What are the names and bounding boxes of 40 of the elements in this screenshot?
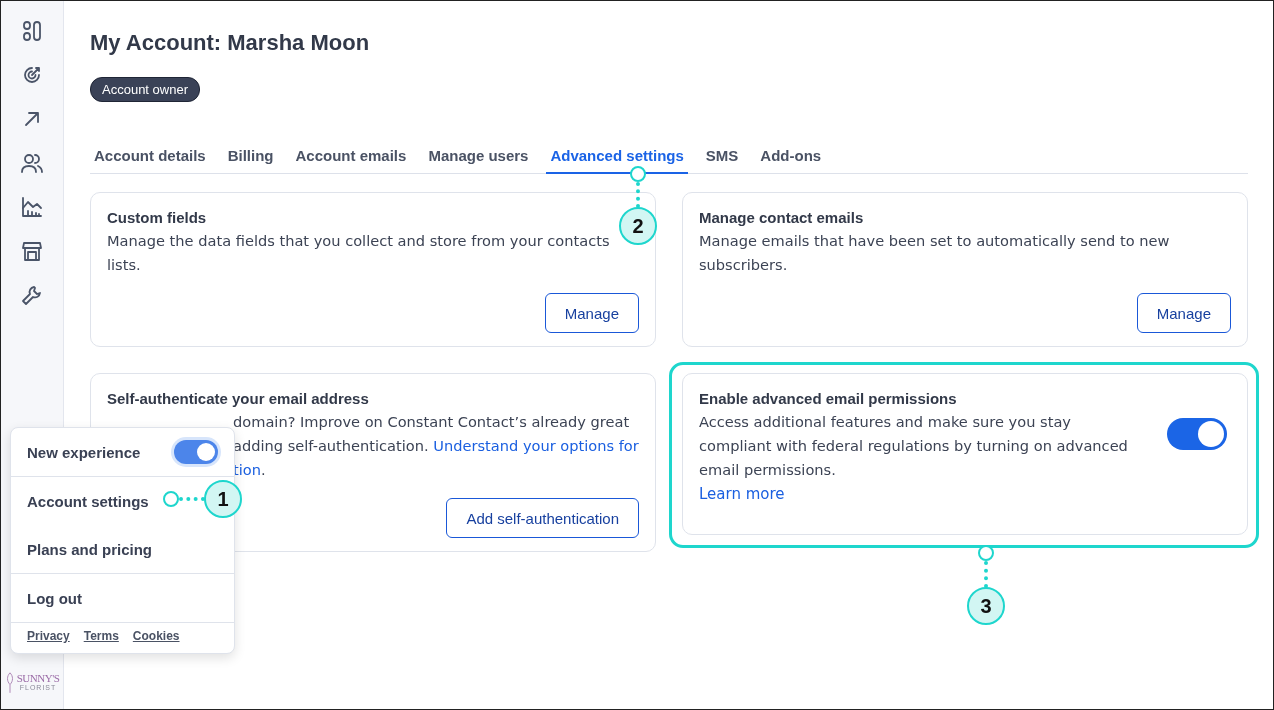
permissions-toggle[interactable] [1167, 418, 1227, 450]
tab[interactable]: Account details [90, 147, 210, 174]
dashboard-icon[interactable] [20, 19, 44, 43]
page-title: My Account: Marsha Moon [90, 29, 371, 57]
experience-toggle[interactable] [174, 440, 218, 464]
menu-label: New experience [27, 443, 141, 461]
text-link[interactable]: Understand your options for [433, 437, 639, 454]
card-button[interactable]: Manage [1136, 293, 1231, 333]
menu-item[interactable]: Account settings [27, 492, 149, 510]
card-description: Access additional features and make sure you stay compliant with federal regulations by turning on advanced email permissions. [699, 412, 1129, 480]
tab[interactable]: Add-ons [756, 147, 826, 174]
card-title: Self-authenticate your email address [107, 389, 369, 409]
card-title: Enable advanced email permissions [699, 389, 957, 409]
footer-link[interactable]: Privacy [27, 629, 70, 643]
card-text: domain? Improve on Constant Contact’s already great [233, 413, 630, 430]
card-button[interactable]: Add self-authentication [446, 498, 639, 538]
chart-icon[interactable] [20, 195, 44, 219]
card-description: Manage emails that have been set to automatically send to new subscribers. [699, 231, 1171, 275]
card-text: . [260, 461, 266, 478]
learn-more-link[interactable]: Learn more [699, 485, 785, 503]
menu-item[interactable]: Log out [27, 589, 82, 607]
role-badge: Account owner [90, 77, 200, 102]
tab[interactable]: Billing [223, 147, 278, 174]
callout-ring [978, 545, 994, 561]
callout-ring [630, 166, 646, 182]
menu-item[interactable]: Plans and pricing [27, 540, 153, 558]
tab[interactable]: Account emails [291, 147, 411, 174]
tab[interactable]: Manage users [424, 147, 533, 174]
card-text: adding self-authentication. [233, 437, 430, 454]
tab[interactable]: SMS [701, 147, 743, 174]
card-description: Manage the data fields that you collect and store from your contacts lists. [107, 231, 611, 275]
card-button[interactable]: Manage [544, 293, 639, 333]
footer-link[interactable]: Cookies [132, 629, 180, 643]
users-icon[interactable] [20, 151, 44, 175]
footer-link[interactable]: Terms [83, 629, 119, 643]
card-title: Custom fields [107, 208, 207, 228]
wrench-icon[interactable] [20, 283, 44, 307]
store-icon[interactable] [20, 239, 44, 263]
card-title: Manage contact emails [699, 208, 864, 228]
callout-number: 3 [967, 587, 1005, 625]
